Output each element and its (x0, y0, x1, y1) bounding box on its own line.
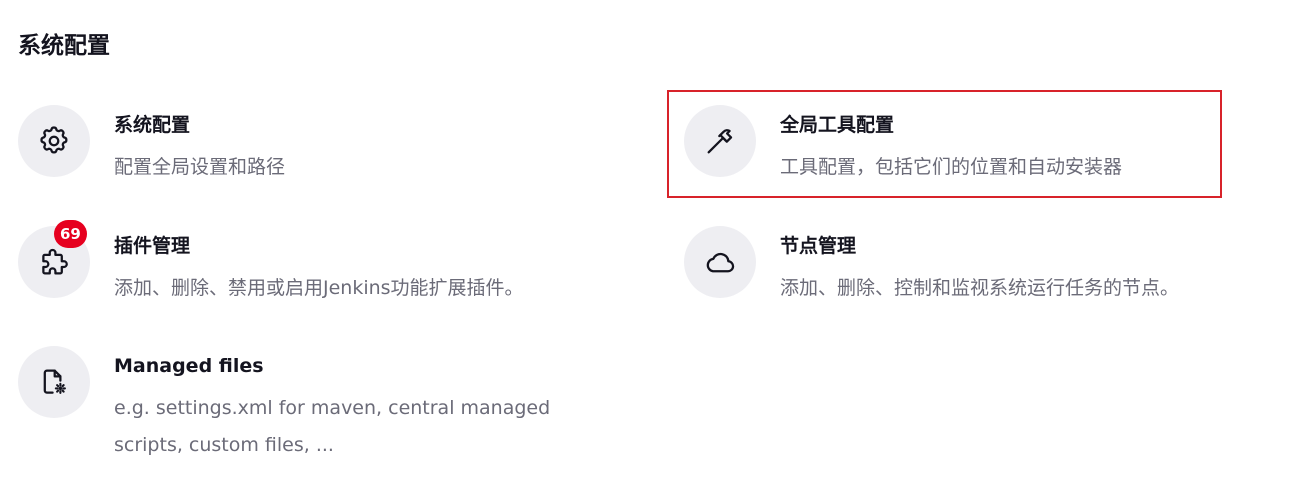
node-manager-icon-wrap (684, 226, 756, 298)
global-tools-description: 工具配置，包括它们的位置和自动安装器 (780, 156, 1123, 178)
system-config-icon-wrap (18, 105, 90, 177)
global-tools-icon-wrap (684, 105, 756, 177)
system-config-description: 配置全局设置和路径 (114, 156, 286, 178)
global-tools-title: 全局工具配置 (780, 114, 895, 136)
plugin-manager-title: 插件管理 (114, 235, 191, 257)
gear-icon (40, 126, 68, 154)
system-config-card[interactable]: 系统配置 配置全局设置和路径 (18, 105, 578, 185)
puzzle-icon (42, 248, 68, 275)
update-count-badge: 69 (54, 220, 87, 248)
plugin-manager-card[interactable]: 69 插件管理 添加、删除、禁用或启用Jenkins功能扩展插件。 (18, 220, 618, 306)
file-gear-icon (43, 369, 66, 394)
managed-files-card[interactable]: Managed files e.g. settings.xml for mave… (18, 346, 578, 466)
plugin-manager-description: 添加、删除、禁用或启用Jenkins功能扩展插件。 (114, 277, 524, 299)
cloud-icon (706, 252, 735, 273)
managed-files-title: Managed files (114, 355, 264, 377)
node-manager-card[interactable]: 节点管理 添加、删除、控制和监视系统运行任务的节点。 (684, 226, 1244, 306)
managed-files-description: e.g. settings.xml for maven, central man… (114, 397, 551, 456)
global-tools-card[interactable]: 全局工具配置 工具配置，包括它们的位置和自动安装器 (684, 105, 1214, 185)
node-manager-title: 节点管理 (780, 235, 857, 257)
system-config-title: 系统配置 (114, 114, 191, 136)
hammer-icon (707, 129, 733, 154)
node-manager-description: 添加、删除、控制和监视系统运行任务的节点。 (780, 277, 1180, 299)
managed-files-icon-wrap (18, 346, 90, 418)
page-title: 系统配置 (18, 33, 110, 59)
